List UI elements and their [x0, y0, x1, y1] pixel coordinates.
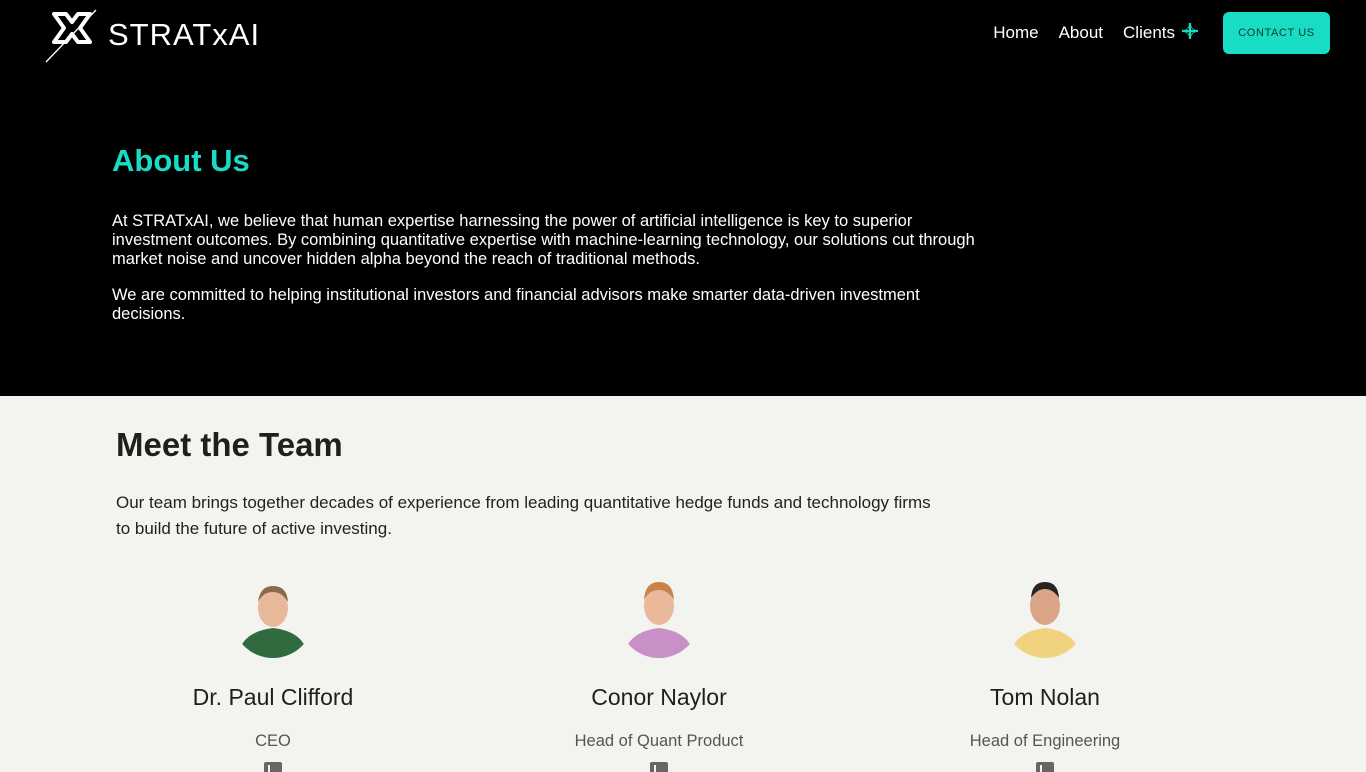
brand-name: STRATxAI [108, 17, 261, 52]
member-role: Head of Engineering [969, 732, 1121, 750]
member-name: Dr. Paul Clifford [192, 684, 354, 710]
nav-clients-link[interactable]: Clients [1123, 22, 1199, 45]
avatar [618, 570, 700, 658]
plus-icon [1181, 22, 1199, 45]
nav-about-link[interactable]: About [1059, 23, 1103, 43]
member-role: CEO [255, 732, 291, 750]
team-title: Meet the Team [116, 426, 343, 463]
hero-section: STRATxAI Home About Clients CONTACT US A… [0, 0, 1366, 396]
avatar [232, 570, 314, 658]
avatar [1004, 570, 1086, 658]
about-paragraph-2: We are committed to helping institutiona… [112, 286, 920, 323]
brand-logo[interactable]: STRATxAI [44, 6, 260, 64]
linkedin-icon[interactable] [264, 762, 282, 772]
member-role: Head of Quant Product [574, 732, 744, 750]
team-member-card: Tom Nolan Head of Engineering [895, 570, 1195, 772]
team-intro: Our team brings together decades of expe… [116, 493, 931, 538]
member-name: Tom Nolan [990, 684, 1100, 710]
main-nav: Home About Clients CONTACT US [993, 12, 1330, 54]
contact-us-button[interactable]: CONTACT US [1223, 12, 1330, 54]
nav-home-link[interactable]: Home [993, 23, 1038, 43]
nav-clients-label: Clients [1123, 23, 1175, 42]
linkedin-icon[interactable] [1036, 762, 1054, 772]
linkedin-icon[interactable] [650, 762, 668, 772]
about-paragraph-1: At STRATxAI, we believe that human exper… [112, 212, 975, 268]
team-member-card: Conor Naylor Head of Quant Product [509, 570, 809, 772]
member-name: Conor Naylor [591, 684, 727, 710]
about-title: About Us [112, 143, 250, 178]
logo-x-icon [45, 9, 97, 63]
team-member-card: Dr. Paul Clifford CEO [123, 570, 423, 772]
